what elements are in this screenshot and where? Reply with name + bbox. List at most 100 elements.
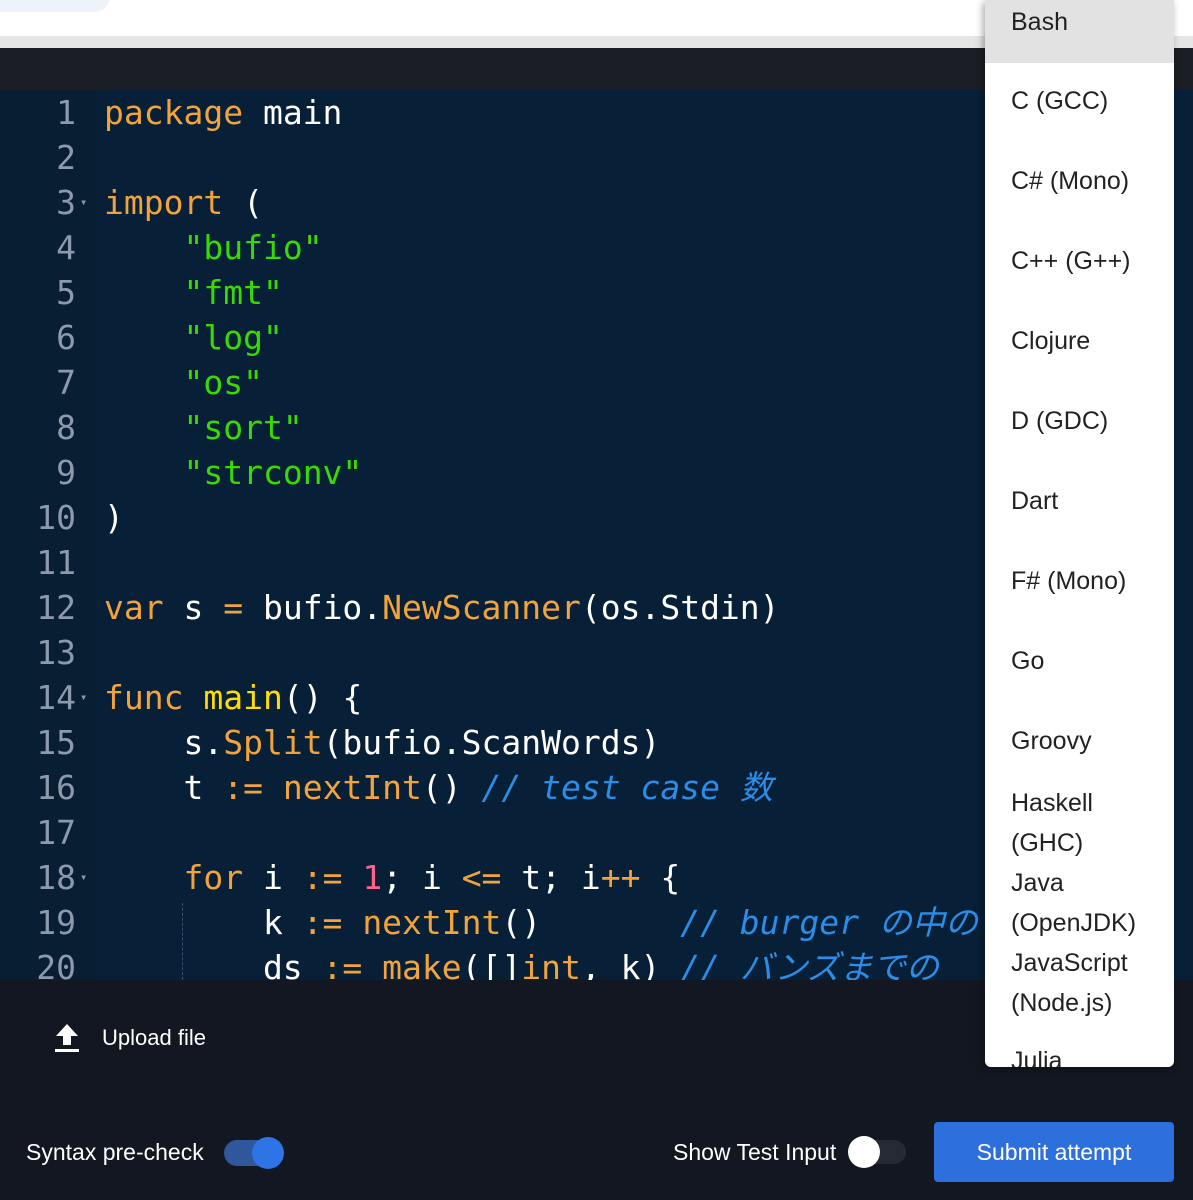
language-option-java-openjdk[interactable]: Java (OpenJDK) xyxy=(985,863,1174,943)
language-option-label: Go xyxy=(1011,647,1045,675)
code-token: for xyxy=(183,858,244,897)
line-number: 9 xyxy=(56,453,76,492)
code-token: ; i xyxy=(382,858,462,897)
code-text: import ( xyxy=(104,180,263,225)
language-option-label: C# (Mono) xyxy=(1011,167,1130,195)
code-text: for i := 1; i <= t; i++ { xyxy=(104,855,680,900)
language-option-groovy[interactable]: Groovy xyxy=(985,703,1174,783)
code-text: ) xyxy=(104,495,124,540)
toggle-knob xyxy=(252,1137,284,1169)
code-token: main xyxy=(243,93,343,132)
line-number: 4 xyxy=(56,228,76,267)
language-option-label: Java (OpenJDK) xyxy=(1011,869,1137,937)
code-token: ) xyxy=(104,498,124,537)
code-token: bufio. xyxy=(243,588,383,627)
line-number: 10 xyxy=(36,498,76,537)
language-option-label: Julia xyxy=(1011,1047,1063,1067)
line-number: 1 xyxy=(56,93,76,132)
code-text: s.Split(bufio.ScanWords) xyxy=(104,720,660,765)
language-dropdown-menu[interactable]: Bash C (GCC) C# (Mono) C++ (G++) Clojure D (G… xyxy=(985,0,1174,1067)
code-token: "strconv" xyxy=(183,453,363,492)
code-token: ([] xyxy=(461,948,522,980)
code-token: make xyxy=(382,948,462,980)
language-option-label: Haskell (GHC) xyxy=(1011,789,1093,857)
code-token: () { xyxy=(282,678,363,717)
code-token: <= xyxy=(461,858,502,897)
code-text: "fmt" xyxy=(104,270,283,315)
code-text: "strconv" xyxy=(104,450,362,495)
language-option-d-gdc[interactable]: D (GDC) xyxy=(985,383,1174,463)
code-token: () xyxy=(421,768,482,807)
code-token: "sort" xyxy=(183,408,303,447)
code-text: t := nextInt() // test case 数 xyxy=(104,765,773,810)
line-number: 17 xyxy=(36,813,76,852)
language-option-label: Dart xyxy=(1011,487,1059,515)
language-option-c-g[interactable]: C++ (G++) xyxy=(985,223,1174,303)
syntax-precheck-toggle[interactable] xyxy=(224,1137,284,1169)
code-text: func main() { xyxy=(104,675,362,720)
language-option-go[interactable]: Go xyxy=(985,623,1174,703)
language-option-label: D (GDC) xyxy=(1011,407,1109,435)
line-number: 16 xyxy=(36,768,76,807)
language-option-f-mono[interactable]: F# (Mono) xyxy=(985,543,1174,623)
line-number: 8 xyxy=(56,408,76,447)
line-number: 14 xyxy=(36,678,76,717)
line-number: 12 xyxy=(36,588,76,627)
show-test-input-label: Show Test Input xyxy=(673,1139,837,1165)
code-token: var xyxy=(104,588,164,627)
code-text: ds := make([]int, k) // バンズまでの xyxy=(104,945,939,980)
language-option-bash[interactable]: Bash xyxy=(985,0,1174,63)
code-token: ++ xyxy=(600,858,641,897)
language-option-clojure[interactable]: Clojure xyxy=(985,303,1174,383)
language-option-label: C++ (G++) xyxy=(1011,247,1131,275)
top-tab-pill[interactable] xyxy=(0,0,110,12)
fold-arrow-icon[interactable]: ▾ xyxy=(80,675,87,720)
code-text: "log" xyxy=(104,315,283,360)
upload-icon xyxy=(55,1024,79,1052)
line-number: 3 xyxy=(56,183,76,222)
show-test-input-toggle[interactable] xyxy=(848,1136,906,1168)
code-text: "sort" xyxy=(104,405,303,450)
code-token: ds xyxy=(104,948,323,980)
code-token: (os.Stdin) xyxy=(580,588,780,627)
code-token: NewScanner xyxy=(382,588,581,627)
line-number: 18 xyxy=(36,858,76,897)
line-number: 7 xyxy=(56,363,76,402)
submit-attempt-button[interactable]: Submit attempt xyxy=(934,1122,1174,1182)
upload-file-label: Upload file xyxy=(102,1025,206,1050)
code-token: "fmt" xyxy=(183,273,283,312)
language-option-dart[interactable]: Dart xyxy=(985,463,1174,543)
code-token: i xyxy=(243,858,303,897)
code-token: ( xyxy=(223,183,263,222)
code-token: nextInt xyxy=(362,903,502,942)
code-text: package main xyxy=(104,90,342,135)
syntax-precheck-label: Syntax pre-check xyxy=(26,1139,204,1165)
code-token: "log" xyxy=(183,318,283,357)
language-option-haskell-ghc[interactable]: Haskell (GHC) xyxy=(985,783,1174,863)
fold-arrow-icon[interactable]: ▾ xyxy=(80,855,87,900)
language-option-javascript-node-js[interactable]: JavaScript (Node.js) xyxy=(985,943,1174,1023)
code-token: k xyxy=(104,903,303,942)
language-option-julia[interactable]: Julia xyxy=(985,1023,1174,1067)
language-option-c-mono[interactable]: C# (Mono) xyxy=(985,143,1174,223)
code-token: Split xyxy=(223,723,323,762)
language-option-label: Groovy xyxy=(1011,727,1092,755)
upload-file-button[interactable]: Upload file xyxy=(52,1018,206,1058)
code-text: k := nextInt() // burger の中の xyxy=(104,900,978,945)
language-option-c-gcc[interactable]: C (GCC) xyxy=(985,63,1174,143)
fold-arrow-icon[interactable]: ▾ xyxy=(80,180,87,225)
code-token: "os" xyxy=(183,363,263,402)
code-token: := xyxy=(302,858,343,897)
code-token: nextInt xyxy=(282,768,422,807)
code-token: // test case 数 xyxy=(481,768,773,807)
code-token: { xyxy=(640,858,681,897)
code-token: package xyxy=(104,93,244,132)
line-number: 15 xyxy=(36,723,76,762)
